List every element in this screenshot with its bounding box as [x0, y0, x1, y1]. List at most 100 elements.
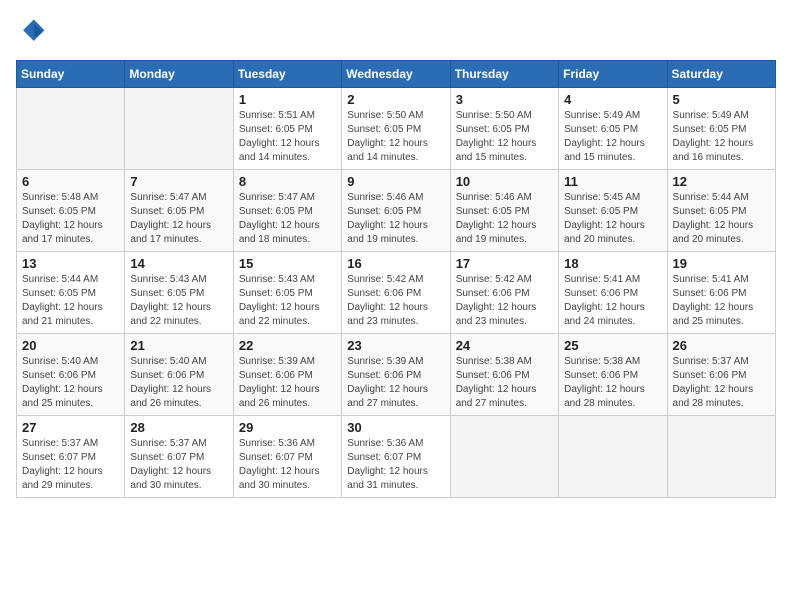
calendar-cell: 1Sunrise: 5:51 AMSunset: 6:05 PMDaylight…: [233, 88, 341, 170]
day-number: 9: [347, 174, 444, 189]
day-number: 13: [22, 256, 119, 271]
day-info: Sunrise: 5:38 AMSunset: 6:06 PMDaylight:…: [456, 355, 553, 411]
day-info: Sunrise: 5:39 AMSunset: 6:06 PMDaylight:…: [239, 355, 336, 411]
day-number: 4: [564, 92, 661, 107]
weekday-header: Wednesday: [342, 61, 450, 88]
calendar-cell: 12Sunrise: 5:44 AMSunset: 6:05 PMDayligh…: [667, 170, 775, 252]
calendar-cell: 8 Sunrise: 5:47 AMSunset: 6:05 PMDaylight…: [233, 170, 341, 252]
day-number: 23: [347, 338, 444, 353]
day-info: Sunrise: 5:43 AMSunset: 6:05 PMDaylight:…: [239, 273, 336, 329]
calendar-cell: 5 Sunrise: 5:49 AMSunset: 6:05 PMDaylight…: [667, 88, 775, 170]
calendar-cell: 6 Sunrise: 5:48 AMSunset: 6:05 PMDaylight…: [17, 170, 125, 252]
weekday-header: Tuesday: [233, 61, 341, 88]
day-info: Sunrise: 5:49 AMSunset: 6:05 PMDaylight:…: [673, 109, 770, 165]
day-number: 10: [456, 174, 553, 189]
calendar-cell: 19Sunrise: 5:41 AMSunset: 6:06 PMDayligh…: [667, 252, 775, 334]
day-info: Sunrise: 5:50 AMSunset: 6:05 PMDaylight:…: [456, 109, 553, 165]
calendar-cell: 25Sunrise: 5:38 AMSunset: 6:06 PMDayligh…: [559, 334, 667, 416]
calendar-cell: 17 Sunrise: 5:42 AMSunset: 6:06 PMDayligh…: [450, 252, 558, 334]
day-info: Sunrise: 5:40 AMSunset: 6:06 PMDaylight:…: [130, 355, 227, 411]
calendar-cell: 13 Sunrise: 5:44 AMSunset: 6:05 PMDayligh…: [17, 252, 125, 334]
day-number: 5: [673, 92, 770, 107]
day-number: 8: [239, 174, 336, 189]
day-number: 20: [22, 338, 119, 353]
day-info: Sunrise: 5:43 AMSunset: 6:05 PMDaylight:…: [130, 273, 227, 329]
day-info: Sunrise: 5:37 AMSunset: 6:06 PMDaylight:…: [673, 355, 770, 411]
day-number: 3: [456, 92, 553, 107]
calendar-cell: 20 Sunrise: 5:40 AMSunset: 6:06 PMDayligh…: [17, 334, 125, 416]
day-info: Sunrise: 5:38 AMSunset: 6:06 PMDaylight:…: [564, 355, 661, 411]
day-info: Sunrise: 5:44 AMSunset: 6:05 PMDaylight:…: [22, 273, 119, 329]
day-info: Sunrise: 5:49 AMSunset: 6:05 PMDaylight:…: [564, 109, 661, 165]
calendar-cell: 23 Sunrise: 5:39 AMSunset: 6:06 PMDayligh…: [342, 334, 450, 416]
calendar-cell: [667, 416, 775, 498]
calendar-cell: 9 Sunrise: 5:46 AMSunset: 6:05 PMDaylight…: [342, 170, 450, 252]
day-info: Sunrise: 5:39 AMSunset: 6:06 PMDaylight:…: [347, 355, 444, 411]
day-number: 18: [564, 256, 661, 271]
calendar-week-row: 27 Sunrise: 5:37 AMSunset: 6:07 PMDayligh…: [17, 416, 776, 498]
calendar-cell: 27 Sunrise: 5:37 AMSunset: 6:07 PMDayligh…: [17, 416, 125, 498]
calendar-cell: 10 Sunrise: 5:46 AMSunset: 6:05 PMDayligh…: [450, 170, 558, 252]
calendar-cell: 29 Sunrise: 5:36 AMSunset: 6:07 PMDayligh…: [233, 416, 341, 498]
calendar-week-row: 6 Sunrise: 5:48 AMSunset: 6:05 PMDaylight…: [17, 170, 776, 252]
calendar-cell: 30 Sunrise: 5:36 AMSunset: 6:07 PMDayligh…: [342, 416, 450, 498]
day-number: 14: [130, 256, 227, 271]
calendar-cell: 28 Sunrise: 5:37 AMSunset: 6:07 PMDayligh…: [125, 416, 233, 498]
day-number: 6: [22, 174, 119, 189]
day-number: 30: [347, 420, 444, 435]
calendar-cell: 2Sunrise: 5:50 AMSunset: 6:05 PMDaylight…: [342, 88, 450, 170]
calendar-table: SundayMondayTuesdayWednesdayThursdayFrid…: [16, 60, 776, 498]
calendar-cell: [559, 416, 667, 498]
day-info: Sunrise: 5:37 AMSunset: 6:07 PMDaylight:…: [130, 437, 227, 493]
calendar-cell: 14 Sunrise: 5:43 AMSunset: 6:05 PMDayligh…: [125, 252, 233, 334]
calendar-cell: [17, 88, 125, 170]
day-number: 1: [239, 92, 336, 107]
calendar-week-row: 20 Sunrise: 5:40 AMSunset: 6:06 PMDayligh…: [17, 334, 776, 416]
day-info: Sunrise: 5:47 AMSunset: 6:05 PMDaylight:…: [130, 191, 227, 247]
day-info: Sunrise: 5:45 AMSunset: 6:05 PMDaylight:…: [564, 191, 661, 247]
day-info: Sunrise: 5:40 AMSunset: 6:06 PMDaylight:…: [22, 355, 119, 411]
day-info: Sunrise: 5:36 AMSunset: 6:07 PMDaylight:…: [347, 437, 444, 493]
day-number: 7: [130, 174, 227, 189]
day-number: 22: [239, 338, 336, 353]
page-header: [16, 16, 776, 48]
day-info: Sunrise: 5:37 AMSunset: 6:07 PMDaylight:…: [22, 437, 119, 493]
calendar-cell: 7 Sunrise: 5:47 AMSunset: 6:05 PMDaylight…: [125, 170, 233, 252]
calendar-cell: 24Sunrise: 5:38 AMSunset: 6:06 PMDayligh…: [450, 334, 558, 416]
calendar-week-row: 13 Sunrise: 5:44 AMSunset: 6:05 PMDayligh…: [17, 252, 776, 334]
calendar-cell: 15 Sunrise: 5:43 AMSunset: 6:05 PMDayligh…: [233, 252, 341, 334]
day-number: 29: [239, 420, 336, 435]
day-info: Sunrise: 5:48 AMSunset: 6:05 PMDaylight:…: [22, 191, 119, 247]
day-info: Sunrise: 5:42 AMSunset: 6:06 PMDaylight:…: [347, 273, 444, 329]
day-number: 12: [673, 174, 770, 189]
day-number: 28: [130, 420, 227, 435]
day-info: Sunrise: 5:36 AMSunset: 6:07 PMDaylight:…: [239, 437, 336, 493]
day-number: 26: [673, 338, 770, 353]
day-number: 21: [130, 338, 227, 353]
weekday-header: Friday: [559, 61, 667, 88]
weekday-header: Saturday: [667, 61, 775, 88]
weekday-header: Monday: [125, 61, 233, 88]
day-info: Sunrise: 5:46 AMSunset: 6:05 PMDaylight:…: [456, 191, 553, 247]
weekday-header: Sunday: [17, 61, 125, 88]
day-info: Sunrise: 5:41 AMSunset: 6:06 PMDaylight:…: [564, 273, 661, 329]
calendar-cell: 4 Sunrise: 5:49 AMSunset: 6:05 PMDaylight…: [559, 88, 667, 170]
day-number: 15: [239, 256, 336, 271]
calendar-week-row: 1Sunrise: 5:51 AMSunset: 6:05 PMDaylight…: [17, 88, 776, 170]
calendar-cell: 18 Sunrise: 5:41 AMSunset: 6:06 PMDayligh…: [559, 252, 667, 334]
day-number: 11: [564, 174, 661, 189]
day-number: 2: [347, 92, 444, 107]
calendar-cell: 26 Sunrise: 5:37 AMSunset: 6:06 PMDayligh…: [667, 334, 775, 416]
calendar-cell: 21 Sunrise: 5:40 AMSunset: 6:06 PMDayligh…: [125, 334, 233, 416]
calendar-cell: [125, 88, 233, 170]
logo-icon: [16, 16, 48, 48]
day-number: 17: [456, 256, 553, 271]
calendar-cell: 16Sunrise: 5:42 AMSunset: 6:06 PMDayligh…: [342, 252, 450, 334]
day-number: 27: [22, 420, 119, 435]
day-info: Sunrise: 5:42 AMSunset: 6:06 PMDaylight:…: [456, 273, 553, 329]
day-info: Sunrise: 5:47 AMSunset: 6:05 PMDaylight:…: [239, 191, 336, 247]
weekday-header-row: SundayMondayTuesdayWednesdayThursdayFrid…: [17, 61, 776, 88]
day-info: Sunrise: 5:46 AMSunset: 6:05 PMDaylight:…: [347, 191, 444, 247]
logo: [16, 16, 52, 48]
calendar-cell: 11 Sunrise: 5:45 AMSunset: 6:05 PMDayligh…: [559, 170, 667, 252]
